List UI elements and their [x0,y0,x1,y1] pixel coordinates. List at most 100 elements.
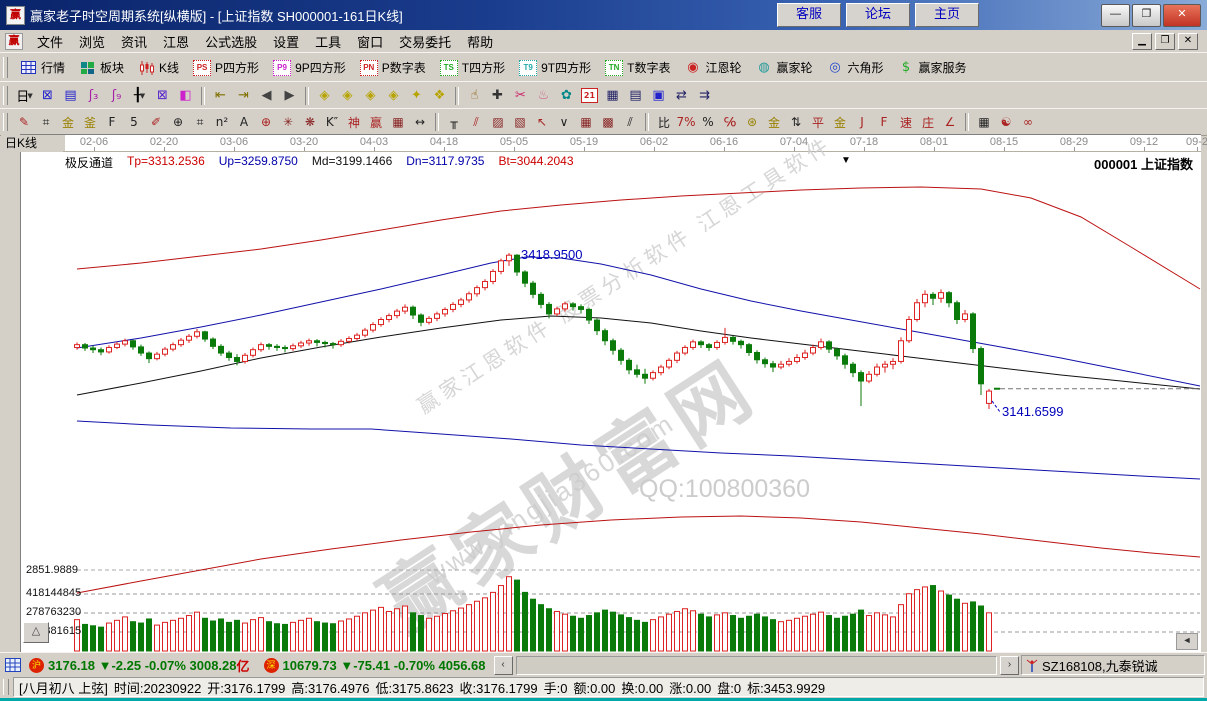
grid-box-button[interactable]: ▧ [510,113,530,131]
menu-item-2[interactable]: 浏览 [71,30,113,53]
restore-button[interactable]: ❐ [1132,4,1161,27]
last-page-button[interactable]: ⇥ [233,86,254,106]
menu-item-8[interactable]: 窗口 [349,30,391,53]
number-grid-button[interactable]: ▦ [388,113,408,131]
cell-grid-button[interactable]: ▦ [974,113,994,131]
grid-lines-button[interactable]: ⌗ [190,113,210,131]
tool-行情[interactable]: 行情 [13,57,72,78]
n-square-button[interactable]: n² [212,113,232,131]
hand-button[interactable]: ☝ [464,86,485,106]
transfer-button[interactable]: ⇉ [694,86,715,106]
menu-item-10[interactable]: 帮助 [459,30,501,53]
pattern-select-button[interactable]: ⊠ [152,86,173,106]
j-line-button[interactable]: J [852,113,872,131]
calendar-button[interactable]: 21 [579,86,600,106]
trend-arrow-button[interactable]: ↖ [532,113,552,131]
child-minimize-button[interactable]: ▁ [1132,33,1152,50]
tool-赢家轮[interactable]: ◍赢家轮 [748,57,819,78]
minimize-button[interactable]: — [1101,4,1130,27]
star-tool-button[interactable]: ✳ [278,113,298,131]
gold-band-button[interactable]: 金 [830,113,850,131]
gann-grid-button[interactable]: ⌗ [36,113,56,131]
child-close-button[interactable]: ✕ [1178,33,1198,50]
gann-pattern-button[interactable]: ⊠ [37,86,58,106]
tool-K线[interactable]: K线 [131,57,186,78]
tool-T数字表[interactable]: TNT数字表 [598,57,677,78]
minor-cycle-9-button[interactable]: ʃ₉ [106,86,127,106]
infinity-button[interactable]: ∞ [1018,113,1038,131]
tool-板块[interactable]: 板块 [72,57,131,78]
quote-grid-icon[interactable] [5,658,21,672]
collapse-pane-button[interactable]: △ [23,622,49,643]
kline-canvas[interactable]: 3418.95003141.6599 [21,151,1201,653]
cycle-right-button[interactable]: ◈ [337,86,358,106]
zigzag-button[interactable]: ∨ [554,113,574,131]
tool-P四方形[interactable]: PSP四方形 [186,57,266,78]
titlebar-button-2[interactable]: 论坛 [846,3,910,27]
gann-fan-button[interactable]: ⫽ [466,113,486,131]
percent-line-button[interactable]: ℅ [720,113,740,131]
chart-scroll-button[interactable]: ◄ [1176,633,1198,650]
angle-line-button[interactable]: ∠ [940,113,960,131]
speed-line-button[interactable]: 速 [896,113,916,131]
cut-button[interactable]: ✂ [510,86,531,106]
pencil-button[interactable]: ✎ [14,113,34,131]
ying-tool-button[interactable]: 赢 [366,113,386,131]
f2-line-button[interactable]: F [874,113,894,131]
close-button[interactable]: ✕ [1163,4,1201,27]
menu-item-3[interactable]: 资讯 [113,30,155,53]
percent-7-button[interactable]: 7% [676,113,696,131]
menu-item-4[interactable]: 江恩 [155,30,197,53]
angle-tool-button[interactable]: A [234,113,254,131]
box-grid-button[interactable]: ▩ [598,113,618,131]
split-tool-button[interactable]: ⇅ [786,113,806,131]
percent-button[interactable]: % [698,113,718,131]
f-line-button[interactable]: F [102,113,122,131]
tool-9T四方形[interactable]: T99T四方形 [512,57,598,78]
export-button[interactable]: ⇄ [671,86,692,106]
color-levels-button[interactable]: ◧ [175,86,196,106]
menu-item-7[interactable]: 工具 [307,30,349,53]
first-page-button[interactable]: ⇤ [210,86,231,106]
stamp-button[interactable]: ♨ [533,86,554,106]
quote-scroll-left-button[interactable]: ‹ [494,656,513,675]
golden-section-button[interactable]: 金 [58,113,78,131]
tool-六角形[interactable]: ◎六角形 [820,57,891,78]
titlebar-button-3[interactable]: 主页 [915,3,979,27]
tool-赢家服务[interactable]: $赢家服务 [891,57,974,78]
cycle-cross-button[interactable]: ❖ [429,86,450,106]
five-line-button[interactable]: 5 [124,113,144,131]
dense-grid-button[interactable]: ▦ [576,113,596,131]
tool-江恩轮[interactable]: ◉江恩轮 [677,57,748,78]
fan-box-button[interactable]: ▨ [488,113,508,131]
minor-cycle-3-button[interactable]: ʃ₃ [83,86,104,106]
compass-button[interactable]: ⊕ [256,113,276,131]
titlebar-button-1[interactable]: 客服 [777,3,841,27]
cycle-star-button[interactable]: ✦ [406,86,427,106]
t-square-button[interactable]: ╥ [444,113,464,131]
tool-9P四方形[interactable]: P99P四方形 [266,57,353,78]
tool-T四方形[interactable]: TST四方形 [433,57,512,78]
menu-item-6[interactable]: 设置 [265,30,307,53]
k-style-button[interactable]: 日▼ [14,86,35,106]
gann-circle-button[interactable]: ⊕ [168,113,188,131]
crosshair-button[interactable]: ✚ [487,86,508,106]
calculator-button[interactable]: ▦ [602,86,623,106]
brush-button[interactable]: ✐ [146,113,166,131]
cycle-left-button[interactable]: ◈ [314,86,335,106]
child-restore-button[interactable]: ❐ [1155,33,1175,50]
zhuang-line-button[interactable]: 庄 [918,113,938,131]
gold-circle-button[interactable]: ⊛ [742,113,762,131]
save-button[interactable]: ▣ [648,86,669,106]
web-tool-button[interactable]: ❋ [300,113,320,131]
k-quote-button[interactable]: K″ [322,113,342,131]
candle-type-button[interactable]: ╂▼ [129,86,150,106]
width-tool-button[interactable]: ↔ [410,113,430,131]
cycle-expand-button[interactable]: ◈ [360,86,381,106]
gold-line-button[interactable]: 金 [764,113,784,131]
quote-scroll-right-button[interactable]: › [1000,656,1019,675]
parallel-lines-button[interactable]: ⫽ [620,113,640,131]
chart-area[interactable]: 日K线 02-0602-2003-0603-2004-0304-1805-050… [20,134,1201,653]
menu-item-1[interactable]: 文件 [29,30,71,53]
ratio-tool-button[interactable]: 比 [654,113,674,131]
